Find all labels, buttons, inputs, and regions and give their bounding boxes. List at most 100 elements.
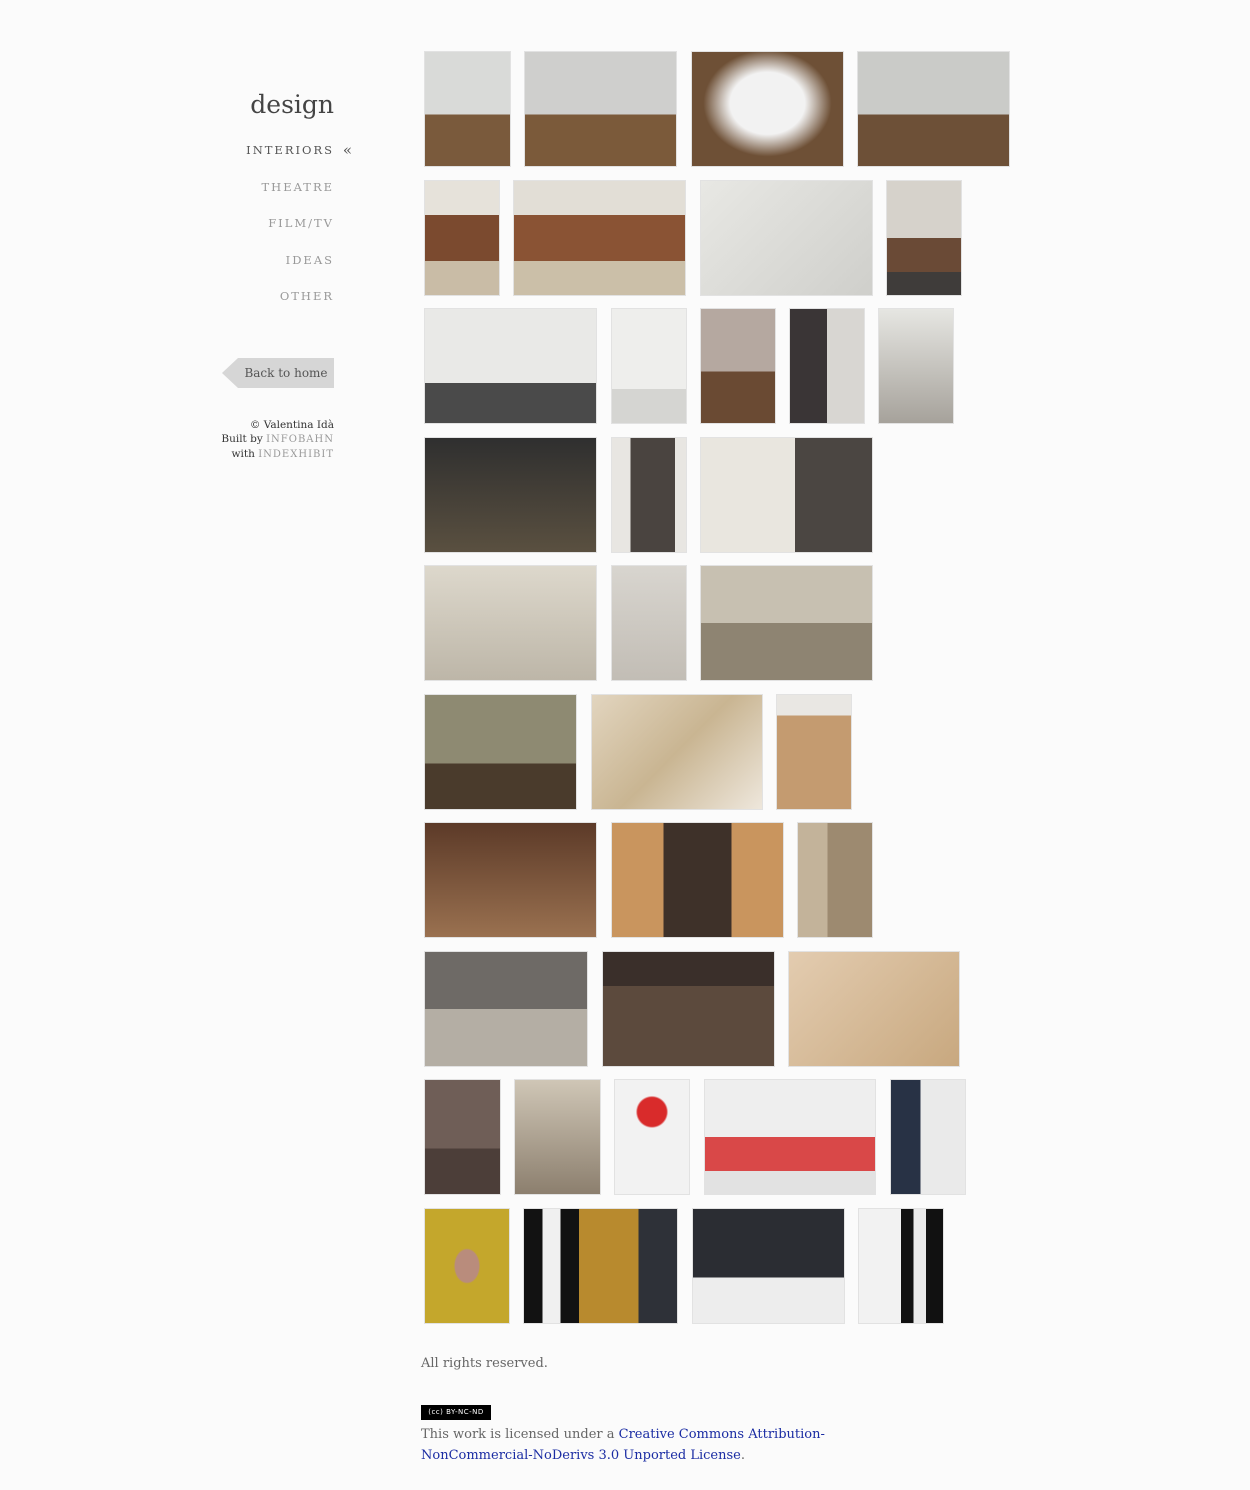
thumbnail-image bbox=[515, 1080, 600, 1194]
built-by-line: Built by INFOBAHN bbox=[134, 432, 334, 447]
thumbnail-image bbox=[701, 309, 775, 423]
gallery-thumbnail[interactable] bbox=[591, 694, 763, 810]
gallery-thumbnail[interactable] bbox=[424, 180, 500, 296]
gallery-thumbnail[interactable] bbox=[858, 1208, 944, 1324]
nav-item-theatre[interactable]: THEATRE bbox=[200, 176, 334, 213]
thumbnail-image bbox=[798, 823, 872, 937]
gallery-thumbnail[interactable] bbox=[524, 51, 677, 167]
gallery-thumbnail[interactable] bbox=[886, 180, 962, 296]
credits: © Valentina Idà Built by INFOBAHN with I… bbox=[134, 418, 334, 462]
thumbnail-image bbox=[701, 181, 872, 295]
thumbnail-image bbox=[425, 566, 596, 680]
gallery-thumbnail[interactable] bbox=[514, 1079, 601, 1195]
gallery-thumbnail[interactable] bbox=[692, 1208, 845, 1324]
gallery-thumbnail[interactable] bbox=[611, 822, 784, 938]
copyright-text: © Valentina Idà bbox=[249, 419, 334, 431]
thumbnail-image bbox=[425, 695, 576, 809]
thumbnail-image bbox=[692, 52, 843, 166]
back-arrow-icon bbox=[222, 358, 238, 388]
thumbnail-image bbox=[525, 52, 676, 166]
thumbnail-image bbox=[425, 952, 587, 1066]
gallery-thumbnail[interactable] bbox=[611, 308, 687, 424]
gallery-thumbnail[interactable] bbox=[700, 437, 873, 553]
active-indicator-icon: « bbox=[342, 141, 352, 159]
nav-item-ideas[interactable]: IDEAS bbox=[200, 249, 334, 286]
gallery-thumbnail[interactable] bbox=[878, 308, 954, 424]
gallery-thumbnail[interactable] bbox=[704, 1079, 876, 1195]
thumbnail-image bbox=[425, 1080, 500, 1194]
thumbnail-image bbox=[705, 1080, 875, 1194]
gallery-thumbnail[interactable] bbox=[513, 180, 686, 296]
nav-item-label[interactable]: THEATRE bbox=[262, 180, 335, 194]
gallery-thumbnail[interactable] bbox=[776, 694, 852, 810]
gallery-thumbnail[interactable] bbox=[788, 951, 960, 1067]
nav-item-label[interactable]: IDEAS bbox=[286, 253, 334, 267]
gallery-thumbnail[interactable] bbox=[700, 180, 873, 296]
license-text: This work is licensed under a Creative C… bbox=[421, 1424, 841, 1466]
thumbnail-image bbox=[425, 438, 596, 552]
gallery-thumbnail[interactable] bbox=[523, 1208, 678, 1324]
built-by-prefix: Built by bbox=[221, 433, 263, 445]
thumbnail-image bbox=[612, 438, 686, 552]
back-to-home-button[interactable]: Back to home bbox=[222, 358, 334, 388]
nav-item-label[interactable]: INTERIORS bbox=[246, 143, 334, 157]
gallery-thumbnail[interactable] bbox=[614, 1079, 690, 1195]
indexhibit-link[interactable]: INDEXHIBIT bbox=[258, 449, 334, 460]
rights-text: All rights reserved. bbox=[421, 1356, 548, 1371]
thumbnail-image bbox=[612, 823, 783, 937]
thumbnail-image bbox=[425, 1209, 509, 1323]
nav-item-label[interactable]: FILM/TV bbox=[268, 216, 334, 230]
creative-commons-badge[interactable]: (cc) BY-NC-ND bbox=[421, 1405, 491, 1420]
thumbnail-image bbox=[524, 1209, 677, 1323]
thumbnail-image bbox=[693, 1209, 844, 1323]
gallery-thumbnail[interactable] bbox=[857, 51, 1010, 167]
back-button-label[interactable]: Back to home bbox=[238, 358, 334, 388]
thumbnail-image bbox=[425, 309, 596, 423]
license-prefix: This work is licensed under a bbox=[421, 1427, 619, 1442]
gallery-thumbnail[interactable] bbox=[424, 1079, 501, 1195]
thumbnail-image bbox=[790, 309, 864, 423]
nav-item-interiors[interactable]: INTERIORS « bbox=[200, 139, 352, 176]
infobahn-link[interactable]: INFOBAHN bbox=[266, 434, 334, 445]
gallery-thumbnail[interactable] bbox=[424, 951, 588, 1067]
thumbnail-image bbox=[425, 52, 510, 166]
gallery-thumbnail[interactable] bbox=[797, 822, 873, 938]
gallery-thumbnail[interactable] bbox=[424, 1208, 510, 1324]
nav-item-other[interactable]: OTHER bbox=[200, 285, 334, 322]
gallery-thumbnail[interactable] bbox=[611, 565, 687, 681]
gallery-thumbnail[interactable] bbox=[602, 951, 775, 1067]
thumbnail-image bbox=[879, 309, 953, 423]
thumbnail-image bbox=[789, 952, 959, 1066]
gallery-thumbnail[interactable] bbox=[789, 308, 865, 424]
thumbnail-image bbox=[701, 438, 872, 552]
gallery-thumbnail[interactable] bbox=[424, 694, 577, 810]
thumbnail-image bbox=[615, 1080, 689, 1194]
gallery-thumbnail[interactable] bbox=[424, 565, 597, 681]
thumbnail-image bbox=[425, 823, 596, 937]
license-suffix: . bbox=[740, 1448, 745, 1463]
gallery-thumbnail[interactable] bbox=[611, 437, 687, 553]
footer: All rights reserved. (cc) BY-NC-ND This … bbox=[421, 1356, 841, 1466]
gallery-thumbnail[interactable] bbox=[424, 822, 597, 938]
gallery-thumbnail[interactable] bbox=[424, 51, 511, 167]
thumbnail-image bbox=[858, 52, 1009, 166]
gallery-thumbnail[interactable] bbox=[700, 565, 873, 681]
thumbnail-image bbox=[887, 181, 961, 295]
thumbnail-image bbox=[425, 181, 499, 295]
gallery-thumbnail[interactable] bbox=[890, 1079, 966, 1195]
nav-item-film-tv[interactable]: FILM/TV bbox=[200, 212, 334, 249]
gallery-thumbnail[interactable] bbox=[691, 51, 844, 167]
gallery-thumbnail[interactable] bbox=[424, 308, 597, 424]
thumbnail-image bbox=[859, 1209, 943, 1323]
gallery-thumbnail[interactable] bbox=[700, 308, 776, 424]
gallery-thumbnail[interactable] bbox=[424, 437, 597, 553]
nav-item-label[interactable]: OTHER bbox=[280, 289, 334, 303]
thumbnail-image bbox=[701, 566, 872, 680]
thumbnail-image bbox=[592, 695, 762, 809]
thumbnail-image bbox=[612, 309, 686, 423]
section-nav: INTERIORS « THEATRE FILM/TV IDEAS OTHER bbox=[200, 139, 352, 322]
thumbnail-image bbox=[891, 1080, 965, 1194]
thumbnail-image bbox=[612, 566, 686, 680]
site-title[interactable]: design bbox=[200, 90, 334, 119]
with-prefix: with bbox=[231, 448, 255, 460]
